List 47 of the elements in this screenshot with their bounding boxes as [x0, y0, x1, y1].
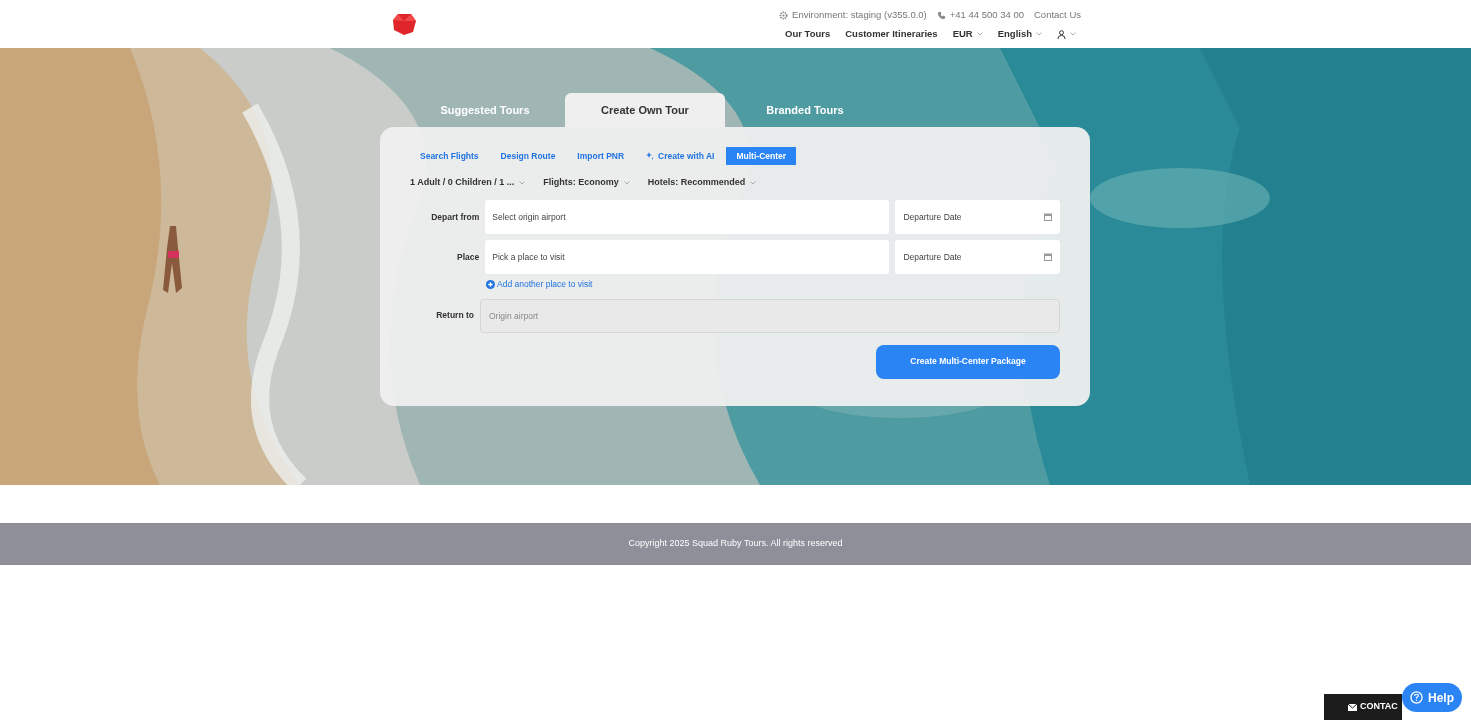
airport-field[interactable]: Select origin airport	[485, 200, 890, 234]
mode-tab[interactable]: Import PNR	[567, 147, 635, 165]
help-button[interactable]: Help	[1402, 683, 1462, 712]
nav-dropdown[interactable]: English	[997, 27, 1042, 42]
create-package-button[interactable]: Create Multi-Center Package	[876, 344, 1060, 379]
user-menu[interactable]	[1057, 29, 1076, 39]
contact-label: CONTAC	[1360, 700, 1398, 714]
mode-tab[interactable]: Multi-Center	[726, 147, 797, 165]
add-place-link[interactable]: Add another place to visit	[497, 278, 593, 291]
chevron-down-icon	[519, 181, 526, 185]
options-dropdown[interactable]: 1 Adult / 0 Children / 1 ...	[410, 176, 526, 190]
envelope-icon	[1348, 703, 1357, 711]
phone-number[interactable]: +41 44 500 34 00	[949, 8, 1024, 23]
contact-tab[interactable]: CONTAC	[1324, 694, 1402, 720]
field-label: Place	[456, 250, 481, 264]
sparkle-icon	[646, 152, 655, 160]
chevron-down-icon	[750, 181, 757, 185]
airport-field[interactable]: Pick a place to visit	[485, 240, 890, 274]
options-dropdown[interactable]: Hotels: Recommended	[647, 176, 757, 190]
date-field[interactable]: Departure Date	[895, 240, 1060, 274]
chevron-down-icon	[1070, 32, 1076, 37]
chevron-down-icon	[976, 32, 983, 37]
nav-link[interactable]: Our Tours	[785, 27, 831, 42]
user-icon	[1057, 29, 1066, 39]
date-field[interactable]: Departure Date	[895, 200, 1060, 234]
field-label: Return to	[435, 309, 475, 323]
tour-tab[interactable]: Branded Tours	[725, 93, 885, 127]
mode-tab[interactable]: Design Route	[490, 147, 566, 165]
question-circle-icon	[1410, 691, 1423, 704]
chevron-down-icon	[623, 181, 630, 185]
plus-circle-icon	[486, 279, 495, 289]
nav-dropdown[interactable]: EUR	[952, 27, 983, 42]
ruby-logo-icon[interactable]	[393, 13, 416, 35]
options-dropdown[interactable]: Flights: Economy	[543, 176, 630, 190]
environment-label: Environment: staging (v355.0.0)	[792, 8, 927, 22]
calendar-icon	[1044, 213, 1052, 221]
field-label: Depart from	[430, 210, 481, 224]
nav-link[interactable]: Customer Itineraries	[845, 27, 938, 42]
contact-us-link[interactable]: Contact Us	[1034, 8, 1081, 23]
tour-tab[interactable]: Create Own Tour	[565, 93, 725, 127]
gear-icon	[779, 10, 789, 20]
phone-icon	[936, 10, 946, 20]
copyright-text: Copyright 2025 Squad Ruby Tours. All rights reserved	[628, 537, 843, 551]
mode-tab[interactable]: Create with AI	[636, 147, 725, 165]
mode-tab[interactable]: Search Flights	[410, 147, 489, 165]
chevron-down-icon	[1036, 32, 1042, 37]
calendar-icon	[1044, 253, 1052, 261]
